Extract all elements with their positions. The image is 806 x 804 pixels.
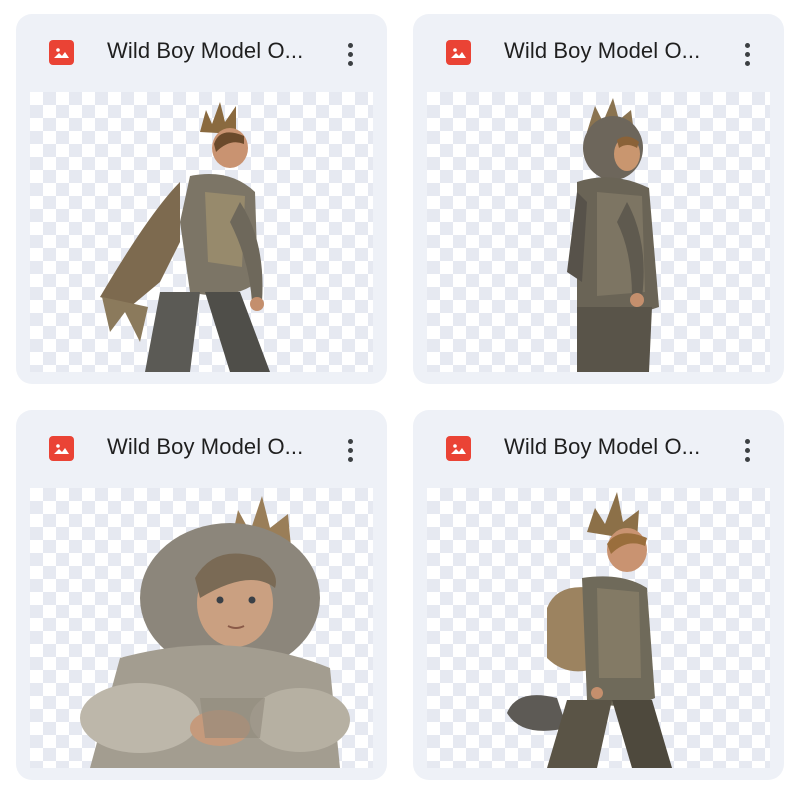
file-grid: Wild Boy Model O... Wild Boy Model O... …	[0, 0, 806, 804]
more-options-button[interactable]	[335, 36, 365, 72]
more-dot-icon	[744, 438, 750, 444]
more-dot-icon	[744, 60, 750, 66]
file-thumbnail[interactable]	[30, 92, 373, 372]
more-dot-icon	[347, 42, 353, 48]
file-card-header: Wild Boy Model O...	[413, 14, 784, 92]
file-card[interactable]: Wild Boy Model O...	[16, 410, 387, 780]
more-options-button[interactable]	[732, 432, 762, 468]
image-file-icon	[446, 40, 471, 65]
image-file-icon	[49, 40, 74, 65]
file-title: Wild Boy Model O...	[107, 38, 304, 63]
more-dot-icon	[744, 456, 750, 462]
more-options-button[interactable]	[732, 36, 762, 72]
more-dot-icon	[744, 51, 750, 57]
boy-walking-with-backpack-image	[507, 492, 672, 768]
file-thumbnail[interactable]	[30, 488, 373, 768]
file-card-header: Wild Boy Model O...	[413, 410, 784, 488]
more-dot-icon	[347, 447, 353, 453]
file-thumbnail[interactable]	[427, 488, 770, 768]
image-file-icon	[446, 436, 471, 461]
more-options-button[interactable]	[335, 432, 365, 468]
more-dot-icon	[347, 438, 353, 444]
boy-walking-with-cape-image	[100, 102, 270, 372]
more-dot-icon	[347, 456, 353, 462]
more-dot-icon	[347, 60, 353, 66]
file-thumbnail[interactable]	[427, 92, 770, 372]
file-card[interactable]: Wild Boy Model O...	[16, 14, 387, 384]
image-file-icon	[49, 436, 74, 461]
file-card-header: Wild Boy Model O...	[16, 14, 387, 92]
file-title: Wild Boy Model O...	[504, 434, 701, 459]
file-title: Wild Boy Model O...	[107, 434, 304, 459]
file-card-header: Wild Boy Model O...	[16, 410, 387, 488]
boy-in-wolf-hood-side-image	[567, 98, 659, 372]
boy-sitting-in-fur-image	[80, 496, 350, 768]
more-dot-icon	[347, 51, 353, 57]
file-card[interactable]: Wild Boy Model O...	[413, 410, 784, 780]
file-title: Wild Boy Model O...	[504, 38, 701, 63]
more-dot-icon	[744, 447, 750, 453]
file-card[interactable]: Wild Boy Model O...	[413, 14, 784, 384]
more-dot-icon	[744, 42, 750, 48]
